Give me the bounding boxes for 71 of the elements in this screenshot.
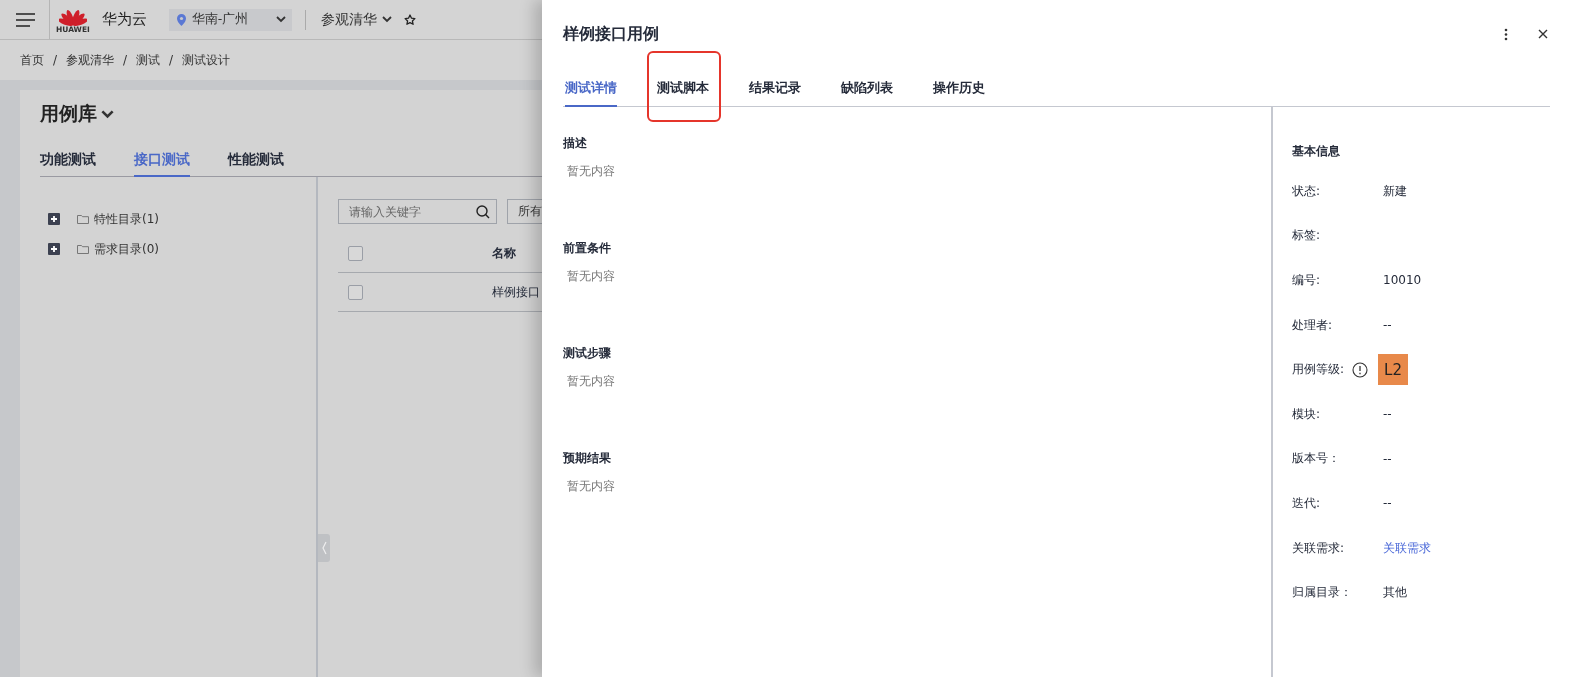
field-label: 关联需求: xyxy=(1292,539,1346,557)
drawer-title: 样例接口用例 xyxy=(563,23,660,45)
page-title: 用例库 xyxy=(40,101,97,126)
section-title: 基本信息 xyxy=(1292,143,1341,160)
chevron-down-icon xyxy=(101,109,114,119)
folder-icon xyxy=(77,244,89,254)
field-label: 版本号： xyxy=(1292,450,1341,468)
field-label: 处理者: xyxy=(1292,316,1334,334)
section-title: 预期结果 xyxy=(563,450,612,467)
project-select[interactable]: 参观清华 xyxy=(320,10,392,29)
field-value: 10010 xyxy=(1383,273,1422,288)
folder-icon xyxy=(77,214,89,224)
region-select[interactable]: 华南-广州 xyxy=(168,8,292,31)
empty-text: 暂无内容 xyxy=(567,478,616,495)
field-value: -- xyxy=(1383,318,1392,333)
field-label: 归属目录： xyxy=(1292,584,1353,602)
field-value: -- xyxy=(1383,496,1392,511)
tree-item-label[interactable]: 需求目录(0) xyxy=(94,240,159,258)
collapse-handle[interactable] xyxy=(318,534,330,562)
field-value: -- xyxy=(1383,451,1392,466)
tab[interactable]: 测试详情 xyxy=(565,79,617,107)
breadcrumb-separator: / xyxy=(123,53,128,67)
breadcrumb-separator: / xyxy=(169,53,174,67)
column-header: 名称 xyxy=(492,244,516,262)
field-label: 模块: xyxy=(1292,405,1322,423)
close-icon[interactable] xyxy=(1538,29,1548,39)
table-cell: 样例接口 xyxy=(492,283,540,301)
tree-item-label[interactable]: 特性目录(1) xyxy=(94,210,159,228)
more-icon[interactable] xyxy=(1504,27,1508,41)
section-title: 前置条件 xyxy=(563,240,612,257)
star-icon[interactable] xyxy=(403,13,416,26)
menu-icon[interactable] xyxy=(16,12,35,27)
field-label: 编号: xyxy=(1292,272,1322,289)
field-label: 用例等级: xyxy=(1292,361,1345,379)
info-icon[interactable] xyxy=(1352,361,1369,378)
section-title: 描述 xyxy=(563,135,588,152)
brand-name: 华为云 xyxy=(101,10,147,29)
field-value: -- xyxy=(1383,407,1392,422)
tab[interactable]: 操作历史 xyxy=(933,79,985,107)
expand-icon[interactable] xyxy=(48,243,60,255)
field-value: 其他 xyxy=(1383,584,1407,602)
section-title: 测试步骤 xyxy=(563,345,612,362)
breadcrumb-link[interactable]: 首页 xyxy=(20,51,44,69)
tab[interactable]: 性能测试 xyxy=(228,151,284,177)
location-pin-icon xyxy=(176,13,186,26)
search-icon xyxy=(476,204,490,219)
empty-text: 暂无内容 xyxy=(567,163,616,180)
tab[interactable]: 接口测试 xyxy=(134,151,190,177)
field-label: 状态: xyxy=(1292,182,1322,200)
chevron-down-icon xyxy=(381,16,392,23)
tab[interactable]: 缺陷列表 xyxy=(841,79,893,107)
tab[interactable]: 功能测试 xyxy=(40,151,96,177)
chevron-down-icon xyxy=(275,16,286,23)
checkbox[interactable] xyxy=(348,245,363,261)
expand-icon[interactable] xyxy=(48,213,60,225)
chevron-left-icon xyxy=(321,541,327,555)
tab[interactable]: 测试脚本 xyxy=(657,79,709,107)
empty-text: 暂无内容 xyxy=(567,268,616,285)
breadcrumb-link[interactable]: 测试设计 xyxy=(182,51,231,69)
field-value: 新建 xyxy=(1383,182,1407,200)
breadcrumb-separator: / xyxy=(53,53,58,67)
breadcrumb-link[interactable]: 测试 xyxy=(136,51,161,69)
tab[interactable]: 结果记录 xyxy=(749,79,801,107)
checkbox[interactable] xyxy=(348,284,363,300)
link[interactable]: 关联需求 xyxy=(1383,539,1431,557)
breadcrumb-link[interactable]: 参观清华 xyxy=(66,51,115,69)
level-tag: L2 xyxy=(1378,354,1409,386)
field-label: 迭代: xyxy=(1292,494,1322,512)
field-label: 标签: xyxy=(1292,227,1322,245)
search-field[interactable]: 请输入关键字 xyxy=(338,199,497,224)
empty-text: 暂无内容 xyxy=(567,373,616,390)
